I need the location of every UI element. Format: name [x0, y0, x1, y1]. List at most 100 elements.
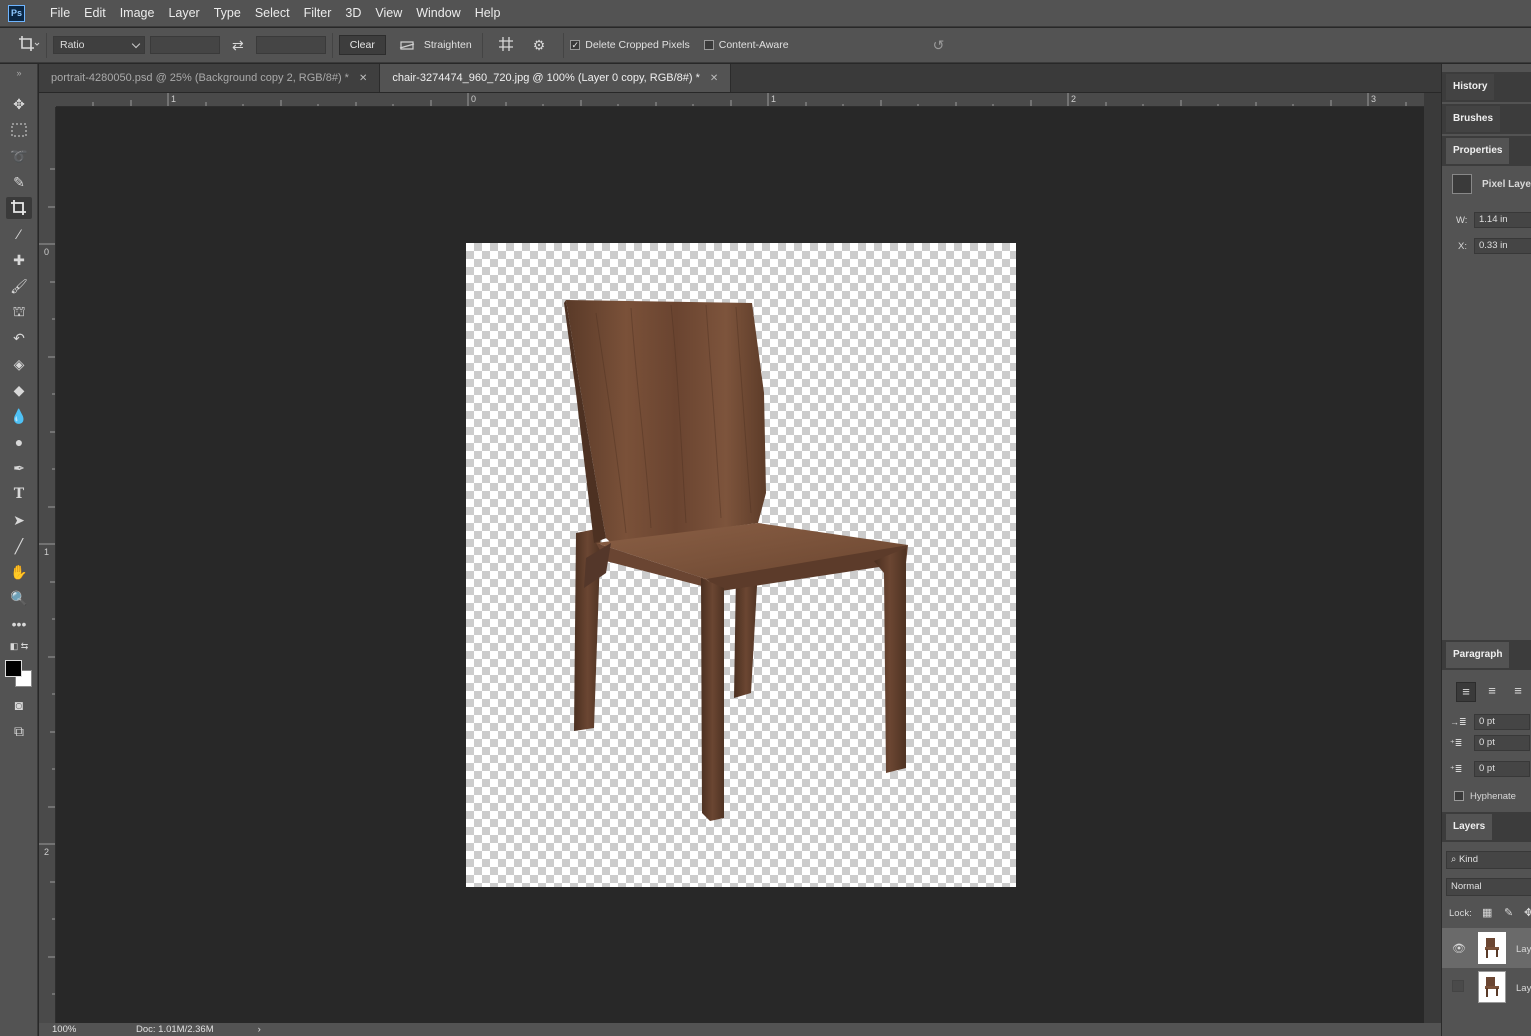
zoom-tool-icon[interactable]: 🔍: [6, 587, 32, 609]
x-position-input[interactable]: 0.33 in: [1474, 238, 1531, 254]
spot-healing-tool-icon[interactable]: ✚: [6, 249, 32, 271]
tab-properties[interactable]: Properties: [1446, 138, 1510, 164]
lock-pixels-icon[interactable]: ✎: [1504, 906, 1513, 919]
ratio-height-input[interactable]: [255, 36, 326, 54]
straighten-icon[interactable]: [398, 37, 416, 54]
screen-mode-icon[interactable]: ⧉: [6, 720, 32, 742]
tab-chair[interactable]: chair-3274474_960_720.jpg @ 100% (Layer …: [380, 64, 732, 92]
zoom-level[interactable]: 100%: [39, 1024, 84, 1035]
line-tool-icon[interactable]: ╱: [6, 535, 32, 557]
default-colors-icon[interactable]: ◧ ⇆: [6, 639, 32, 653]
tab-portrait[interactable]: portrait-4280050.psd @ 25% (Background c…: [39, 64, 381, 92]
overlay-grid-icon[interactable]: [497, 35, 515, 56]
content-aware-label[interactable]: Content-Aware: [719, 39, 789, 51]
ruler-label: 0: [44, 247, 50, 257]
status-menu-arrow[interactable]: ›: [258, 1024, 261, 1035]
eyedropper-tool-icon[interactable]: ⁄: [6, 223, 32, 245]
lock-label: Lock:: [1449, 908, 1472, 919]
crop-tool-preset-icon[interactable]: [18, 35, 40, 56]
swap-icon[interactable]: ⇄: [232, 37, 244, 54]
layer-thumbnail[interactable]: [1478, 932, 1506, 964]
close-icon[interactable]: ✕: [359, 73, 367, 84]
straighten-label[interactable]: Straighten: [424, 39, 472, 51]
crop-tool-icon[interactable]: [6, 197, 32, 219]
ruler-label: 2: [1071, 94, 1077, 104]
hyphenate-checkbox[interactable]: [1454, 791, 1464, 801]
indent-left-input[interactable]: 0 pt: [1474, 714, 1530, 730]
marquee-tool-icon[interactable]: [6, 119, 32, 141]
indent-left-icon: →≣: [1450, 717, 1467, 727]
tab-layers[interactable]: Layers: [1446, 814, 1493, 840]
content-aware-checkbox[interactable]: [703, 40, 714, 50]
dodge-tool-icon[interactable]: ●: [6, 431, 32, 453]
menu-3d[interactable]: 3D: [338, 0, 368, 27]
collapse-toolbar-icon[interactable]: »: [6, 68, 32, 78]
layer-thumbnail[interactable]: [1478, 971, 1506, 1003]
path-selection-tool-icon[interactable]: ➤: [6, 509, 32, 531]
layer-name[interactable]: Lay: [1516, 944, 1531, 955]
menu-window[interactable]: Window: [409, 0, 467, 27]
quick-mask-icon[interactable]: ◙: [6, 694, 32, 716]
lock-transparency-icon[interactable]: ▦: [1482, 906, 1492, 919]
clone-stamp-tool-icon[interactable]: ⛫: [6, 301, 32, 323]
blur-tool-icon[interactable]: 💧: [6, 405, 32, 427]
align-left-icon[interactable]: ≡: [1456, 682, 1476, 702]
delete-cropped-label[interactable]: Delete Cropped Pixels: [585, 39, 689, 51]
layer-name[interactable]: Lay: [1516, 983, 1531, 994]
settings-gear-icon[interactable]: ⚙: [533, 37, 546, 54]
ratio-width-input[interactable]: [150, 36, 220, 54]
foreground-color-swatch[interactable]: [5, 660, 22, 677]
delete-cropped-checkbox[interactable]: ✓: [570, 40, 581, 50]
menu-type[interactable]: Type: [207, 0, 248, 27]
vertical-ruler[interactable]: 0 1 2: [39, 107, 56, 1023]
menu-filter[interactable]: Filter: [297, 0, 339, 27]
lock-position-icon[interactable]: ✥: [1524, 906, 1531, 919]
lasso-tool-icon[interactable]: ➰: [6, 145, 32, 167]
quick-selection-tool-icon[interactable]: ✎: [6, 171, 32, 193]
layer-kind-filter[interactable]: ⌕ Kind: [1446, 851, 1531, 869]
photoshop-logo-icon[interactable]: Ps: [8, 4, 25, 22]
space-after-input[interactable]: 0 pt: [1474, 761, 1530, 777]
clear-button[interactable]: Clear: [338, 35, 386, 55]
menu-image[interactable]: Image: [113, 0, 162, 27]
space-before-input[interactable]: 0 pt: [1474, 735, 1530, 751]
eraser-tool-icon[interactable]: ◈: [6, 353, 32, 375]
menu-layer[interactable]: Layer: [161, 0, 206, 27]
blend-mode-select[interactable]: Normal: [1446, 878, 1531, 896]
document-canvas[interactable]: [466, 243, 1016, 887]
horizontal-ruler[interactable]: 1 0 1 2 3: [56, 93, 1424, 107]
doc-size: Doc: 1.01M/2.36M: [136, 1024, 214, 1035]
options-bar: Ratio ⇄ Clear Straighten ⚙ ✓ Delete Crop…: [0, 28, 1531, 63]
move-tool-icon[interactable]: ✥: [6, 93, 32, 115]
hyphenate-label[interactable]: Hyphenate: [1470, 791, 1516, 802]
paint-bucket-tool-icon[interactable]: ◆: [6, 379, 32, 401]
tab-history[interactable]: History: [1446, 74, 1495, 100]
menu-select[interactable]: Select: [248, 0, 297, 27]
tab-paragraph[interactable]: Paragraph: [1446, 642, 1510, 668]
separator: [331, 32, 333, 58]
eye-visibility-icon[interactable]: 👁: [1452, 942, 1466, 955]
history-brush-tool-icon[interactable]: ↶: [6, 327, 32, 349]
pen-tool-icon[interactable]: ✒: [6, 457, 32, 479]
menu-file[interactable]: File: [43, 0, 77, 27]
more-tools-icon[interactable]: •••: [6, 613, 32, 635]
separator: [563, 32, 565, 58]
align-right-icon[interactable]: ≡: [1508, 682, 1528, 702]
close-icon[interactable]: ✕: [710, 73, 718, 84]
menu-view[interactable]: View: [368, 0, 409, 27]
vertical-scrollbar[interactable]: [1424, 93, 1441, 1023]
width-input[interactable]: 1.14 in: [1474, 212, 1531, 228]
hand-tool-icon[interactable]: ✋: [6, 561, 32, 583]
tab-brushes[interactable]: Brushes: [1446, 106, 1501, 132]
document-tabs: portrait-4280050.psd @ 25% (Background c…: [39, 64, 1441, 92]
align-center-icon[interactable]: ≡: [1482, 682, 1502, 702]
brush-tool-icon[interactable]: 🖌: [6, 275, 32, 297]
type-tool-icon[interactable]: T: [6, 483, 32, 505]
ruler-corner: [39, 93, 56, 107]
menu-edit[interactable]: Edit: [77, 0, 113, 27]
menu-help[interactable]: Help: [468, 0, 508, 27]
ratio-select[interactable]: Ratio: [53, 36, 145, 54]
visibility-toggle[interactable]: [1452, 980, 1464, 992]
reset-icon[interactable]: ↺: [933, 37, 945, 54]
status-bar: 100% Doc: 1.01M/2.36M ›: [39, 1023, 1441, 1036]
